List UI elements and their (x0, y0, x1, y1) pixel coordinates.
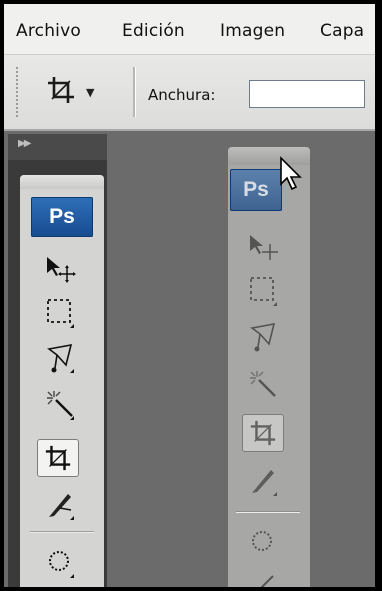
tool-preset-picker[interactable]: ▼ (46, 75, 110, 109)
brush-tool-icon[interactable] (244, 565, 284, 587)
options-bar-grip[interactable] (16, 67, 24, 117)
move-tool-icon[interactable] (41, 249, 81, 289)
tool-divider (236, 511, 300, 513)
rectangular-marquee-icon[interactable] (244, 271, 284, 311)
photoshop-window: Archivo Edición Imagen Capa ▼ Anchura: ▶… (4, 4, 375, 587)
magic-wand-icon[interactable] (41, 385, 81, 425)
ps-logo-ghost: Ps (230, 169, 282, 211)
crop-icon[interactable] (37, 439, 79, 477)
crop-icon[interactable] (242, 414, 284, 452)
slice-icon[interactable] (244, 461, 284, 501)
move-tool-icon[interactable] (244, 227, 284, 267)
options-separator (133, 67, 136, 117)
menu-bar: Archivo Edición Imagen Capa (4, 4, 375, 55)
menu-archivo[interactable]: Archivo (16, 21, 81, 41)
rectangular-marquee-icon[interactable] (41, 293, 81, 333)
tool-divider (30, 531, 94, 533)
crop-icon (46, 75, 76, 109)
lasso-icon[interactable] (41, 338, 81, 378)
expand-panels-icon[interactable]: ▶▶ (18, 138, 31, 149)
width-input[interactable] (249, 80, 365, 108)
options-bar: ▼ Anchura: (4, 55, 375, 131)
menu-imagen[interactable]: Imagen (220, 21, 285, 41)
lasso-icon[interactable] (244, 317, 284, 357)
mouse-cursor-icon (279, 156, 305, 196)
ps-logo: Ps (31, 197, 93, 237)
slice-icon[interactable] (41, 485, 81, 525)
tools-panel: Ps (20, 175, 104, 587)
healing-brush-icon[interactable] (244, 523, 284, 563)
menu-edicion[interactable]: Edición (122, 21, 185, 41)
dock-header[interactable]: ▶▶ (8, 134, 107, 160)
magic-wand-icon[interactable] (244, 365, 284, 405)
menu-capa[interactable]: Capa (320, 21, 364, 41)
floating-tools-panel[interactable]: Ps (228, 147, 310, 587)
healing-brush-icon[interactable] (41, 543, 81, 583)
tools-panel-titlebar[interactable] (20, 175, 104, 189)
caret-down-icon[interactable]: ▼ (86, 86, 94, 99)
width-label: Anchura: (148, 86, 216, 104)
